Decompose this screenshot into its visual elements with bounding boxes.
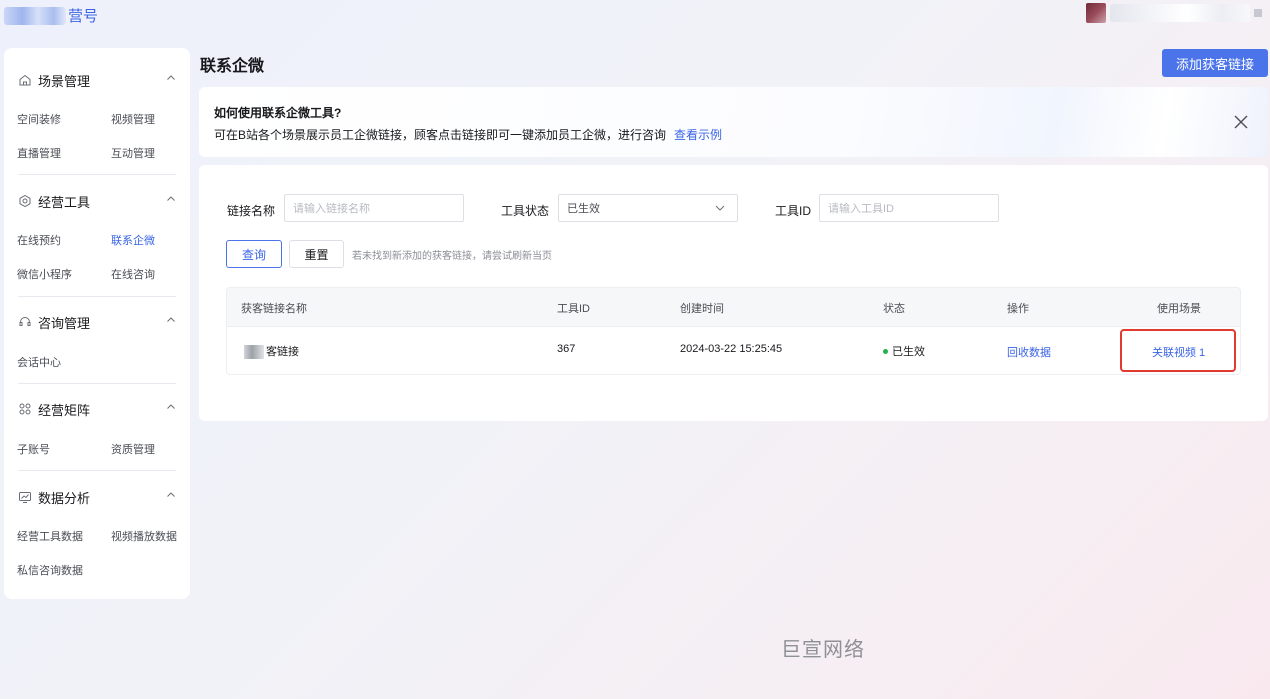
query-button[interactable]: 查询 (226, 240, 282, 268)
tool-status-label: 工具状态 (501, 204, 550, 218)
chevron-up-icon[interactable] (166, 490, 176, 500)
sidebar-section-title: 场景管理 (38, 73, 91, 89)
sidebar-item-space-decoration[interactable]: 空间装修 (17, 111, 61, 127)
divider (18, 174, 176, 175)
link-name-placeholder: 请输入链接名称 (293, 203, 370, 215)
sidebar-item-contact-wecom[interactable]: 联系企微 (111, 232, 155, 248)
sidebar-item-video-management[interactable]: 视频管理 (111, 111, 155, 127)
sidebar-item-live-management[interactable]: 直播管理 (17, 145, 61, 161)
sidebar-section-title: 经营矩阵 (38, 402, 91, 418)
brand-logo[interactable]: 营号 (4, 5, 98, 26)
sidebar-item-online-consult[interactable]: 在线咨询 (111, 266, 155, 282)
table-row: 客链接 367 2024-03-22 15:25:45 已生效 回收数据 关联视… (227, 326, 1240, 374)
chevron-up-icon[interactable] (166, 194, 176, 204)
chevron-up-icon[interactable] (166, 315, 176, 325)
sidebar-item-qualification[interactable]: 资质管理 (111, 441, 155, 457)
sidebar-item-online-booking[interactable]: 在线预约 (17, 232, 61, 248)
link-name-cell: 客链接 (241, 343, 299, 360)
column-header: 状态 (883, 303, 905, 315)
banner-description: 可在B站各个场景展示员工企微链接，顾客点击链接即可一键添加员工企微，进行咨询 查看… (214, 126, 722, 143)
link-name-label: 链接名称 (227, 204, 276, 218)
close-icon[interactable] (1233, 114, 1249, 130)
brand-text: 营号 (68, 8, 99, 25)
top-bar: 营号 (0, 0, 1270, 32)
link-name-text: 客链接 (266, 346, 299, 358)
user-area[interactable] (1086, 3, 1262, 23)
sidebar-section-matrix[interactable]: 经营矩阵 (18, 399, 176, 419)
sidebar-section-scene[interactable]: 场景管理 (18, 70, 176, 90)
banner-title: 如何使用联系企微工具? (214, 106, 342, 120)
grid-icon (18, 402, 32, 416)
blurred-name (244, 345, 264, 360)
tool-id-input[interactable]: 请输入工具ID (819, 194, 999, 222)
page-title: 联系企微 (200, 58, 265, 75)
sidebar-item-interaction-management[interactable]: 互动管理 (111, 145, 155, 161)
table-header: 获客链接名称 工具ID 创建时间 状态 操作 使用场景 (227, 288, 1240, 326)
chevron-up-icon[interactable] (166, 73, 176, 83)
tool-status-value: 已生效 (567, 203, 600, 215)
refresh-hint: 若未找到新添加的获客链接，请尝试刷新当页 (352, 251, 552, 262)
chart-icon (18, 490, 32, 504)
divider (18, 296, 176, 297)
tool-id-cell: 367 (557, 343, 576, 355)
sidebar-item-video-play-data[interactable]: 视频播放数据 (111, 528, 177, 544)
column-header: 创建时间 (680, 303, 724, 315)
sidebar-section-title: 数据分析 (38, 490, 91, 506)
column-header: 获客链接名称 (241, 303, 307, 315)
help-banner: 如何使用联系企微工具? 可在B站各个场景展示员工企微链接，顾客点击链接即可一键添… (199, 87, 1268, 157)
avatar[interactable] (1086, 3, 1106, 23)
headset-icon (18, 315, 32, 329)
brand-blurred-name (4, 6, 66, 25)
sidebar-section-tools[interactable]: 经营工具 (18, 191, 176, 211)
status-text: 已生效 (892, 346, 925, 358)
add-lead-link-button[interactable]: 添加获客链接 (1162, 49, 1268, 77)
reset-button[interactable]: 重置 (289, 240, 344, 268)
sidebar-item-sub-account[interactable]: 子账号 (17, 441, 50, 457)
sidebar-section-analytics[interactable]: 数据分析 (18, 487, 176, 507)
chevron-down-icon (715, 204, 725, 212)
column-header: 工具ID (557, 303, 590, 315)
sidebar-item-message-data[interactable]: 私信咨询数据 (17, 562, 83, 578)
menu-dot-icon[interactable] (1254, 9, 1262, 17)
tool-id-placeholder: 请输入工具ID (828, 203, 894, 215)
home-icon (18, 73, 32, 87)
sidebar: 场景管理 空间装修 视频管理 直播管理 互动管理 经营工具 在线预约 联系企微 … (4, 48, 190, 599)
user-blurred-name (1110, 4, 1250, 22)
column-header: 使用场景 (1157, 303, 1201, 315)
sidebar-section-title: 咨询管理 (38, 315, 91, 331)
tool-id-label: 工具ID (775, 204, 812, 218)
sidebar-item-conversation-center[interactable]: 会话中心 (17, 354, 61, 370)
recycle-data-link[interactable]: 回收数据 (1007, 344, 1051, 360)
created-time-cell: 2024-03-22 15:25:45 (680, 343, 783, 355)
divider (18, 470, 176, 471)
status-dot-icon (883, 348, 888, 354)
sidebar-item-wechat-miniprogram[interactable]: 微信小程序 (17, 266, 72, 282)
sidebar-section-title: 经营工具 (38, 194, 91, 210)
divider (18, 383, 176, 384)
sidebar-section-consult[interactable]: 咨询管理 (18, 312, 176, 332)
banner-description-text: 可在B站各个场景展示员工企微链接，顾客点击链接即可一键添加员工企微，进行咨询 (214, 128, 667, 142)
tool-status-select[interactable]: 已生效 (558, 194, 738, 222)
watermark: 巨宣网络 (781, 639, 865, 661)
chevron-up-icon[interactable] (166, 402, 176, 412)
content-card: 链接名称 请输入链接名称 工具状态 已生效 工具ID 请输入工具ID 查询 重置… (199, 165, 1268, 421)
link-name-input[interactable]: 请输入链接名称 (284, 194, 464, 222)
lead-link-table: 获客链接名称 工具ID 创建时间 状态 操作 使用场景 客链接 367 2024… (226, 287, 1241, 375)
column-header: 操作 (1007, 303, 1029, 315)
status-cell: 已生效 (883, 343, 925, 359)
highlight-box (1120, 329, 1236, 372)
settings-icon (18, 194, 32, 208)
view-example-link[interactable]: 查看示例 (674, 128, 722, 142)
sidebar-item-tool-data[interactable]: 经营工具数据 (17, 528, 83, 544)
